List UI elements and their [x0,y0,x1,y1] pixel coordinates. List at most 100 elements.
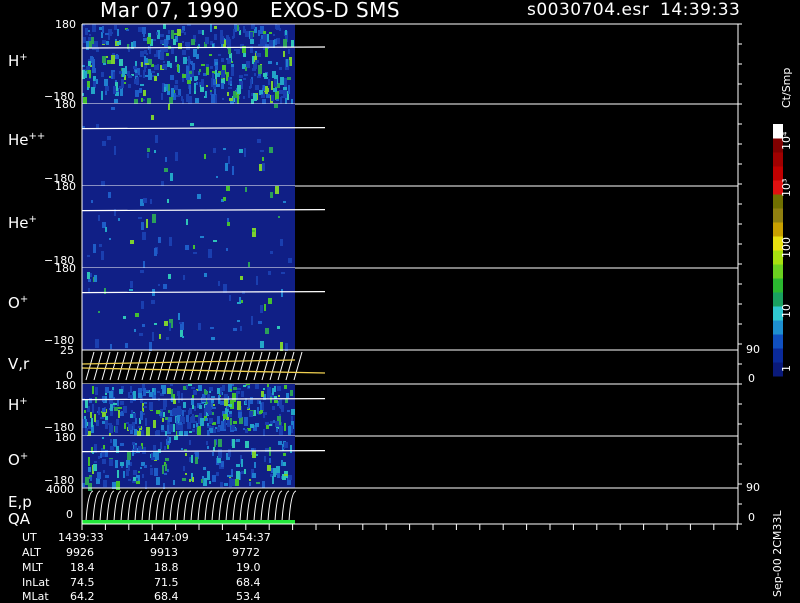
colorbar-swatch [773,320,783,335]
spectrogram-cell [273,34,275,36]
spectrogram-cell [193,252,197,254]
spectrogram-cell [218,439,222,447]
spectrogram-cell [284,423,286,431]
spectrogram-cell [114,99,118,103]
spectrogram-cell [133,413,136,418]
footer-ut-2: 1447:09 [143,531,189,544]
spectrogram-cell [140,411,143,420]
spectrogram-cell [245,67,247,71]
spectrogram-cell [147,148,150,152]
spectrogram-cell [210,327,214,329]
spectrogram-cell [184,410,186,412]
spectrogram-cell [254,462,256,468]
spectrogram-cell [168,274,171,279]
spectrogram-cell [213,404,215,406]
panel-label-he2: He++ [8,131,46,149]
spectrogram-cell [201,79,204,87]
energy-sweep [113,490,122,522]
spectrogram-cell [103,63,106,65]
spectrogram-cell [109,391,113,398]
spectrogram-cell [138,393,142,398]
spectrogram-cell [109,459,113,466]
spectrogram-cell [281,289,283,297]
spectrogram-cell [127,452,131,460]
spectrogram-cell [276,62,278,65]
ytick-h1-top: 180 [55,18,76,31]
colorbar-swatch [773,348,783,363]
spectrogram-cell [264,77,268,79]
spectrogram-cell [213,447,215,451]
spectrogram-cell [154,323,157,325]
spectrogram-cell [107,136,111,140]
spectrogram-cell [208,411,212,415]
spectrogram-cell [85,400,88,408]
spectrogram-cell [170,63,172,68]
spectrogram-cell [256,276,258,285]
spectrogram-cell [276,466,280,473]
spectrogram-cell [207,471,210,480]
spectrogram-cell [243,78,246,80]
spectrogram-cell [244,74,248,76]
spectrogram-cell [249,411,253,417]
spectrogram-cell [111,55,115,64]
spectrogram-cell [118,218,120,221]
spectrogram-cell [189,85,191,94]
spectrogram-cell [105,33,109,35]
footer-label-mlat: MLat [22,590,49,603]
spectrogram-cell [154,65,158,70]
spectrogram-cell [272,476,274,484]
spectrogram-cell [288,85,290,94]
spectrogram-cell [283,201,286,203]
spectrogram-cell [182,74,186,78]
spectrogram-cell [199,69,201,72]
rtick-ep-top: 90 [746,481,760,494]
spectrogram-cell [94,275,97,282]
velocity-hatch [133,351,143,381]
spectrogram-cell [222,98,224,100]
spectrogram-cell [176,424,178,430]
spectrogram-cell [278,216,280,218]
spectrogram-cell [196,54,199,59]
spectrogram-cell [103,445,105,449]
velocity-hatch [173,351,183,381]
spectrogram-cell [245,187,247,192]
spectrogram-cell [154,150,156,153]
spectrogram-cell [167,436,169,441]
spectrogram-cell [291,99,293,104]
spectrogram-cell [179,322,182,324]
energy-sweep [155,490,164,522]
spectrogram-cell [222,385,225,391]
spectrogram-cell [268,298,272,304]
spectrogram-cell [254,73,256,76]
spectrogram-cell [128,75,132,78]
spectrogram-cell [101,251,104,260]
ytick-ep-bottom: 0 [66,508,73,521]
spectrogram-cell [194,91,196,94]
spectrogram-cell [173,400,176,404]
spectrogram-cell [85,477,89,485]
spectrogram-cell [232,166,234,175]
spectrogram-cell [151,71,155,73]
spectrogram-cell [149,392,153,397]
spectrogram-cell [105,475,109,478]
spectrogram-cell [243,428,245,430]
spectrogram-cell [189,431,192,433]
spectrogram-cell [209,481,211,484]
spectrogram-cell [241,391,244,397]
spectrogram-cell [212,407,216,409]
spectrogram-cell [108,423,112,425]
spectrogram-cell [277,386,281,391]
spectrogram-cell [86,66,90,70]
energy-sweep [239,490,248,522]
spectrogram-cell [151,300,155,304]
spectrogram-cell [157,73,159,76]
spectrogram-cell [232,479,235,486]
spectrogram-cell [191,39,195,45]
velocity-hatch [237,351,247,381]
spectrogram-cell [279,67,282,70]
spectrogram-cell [264,456,266,462]
spectrogram-cell [201,479,203,483]
spectrogram-cell [243,96,245,99]
spectrogram-cell [123,406,127,413]
spectrogram-cell [243,26,245,29]
